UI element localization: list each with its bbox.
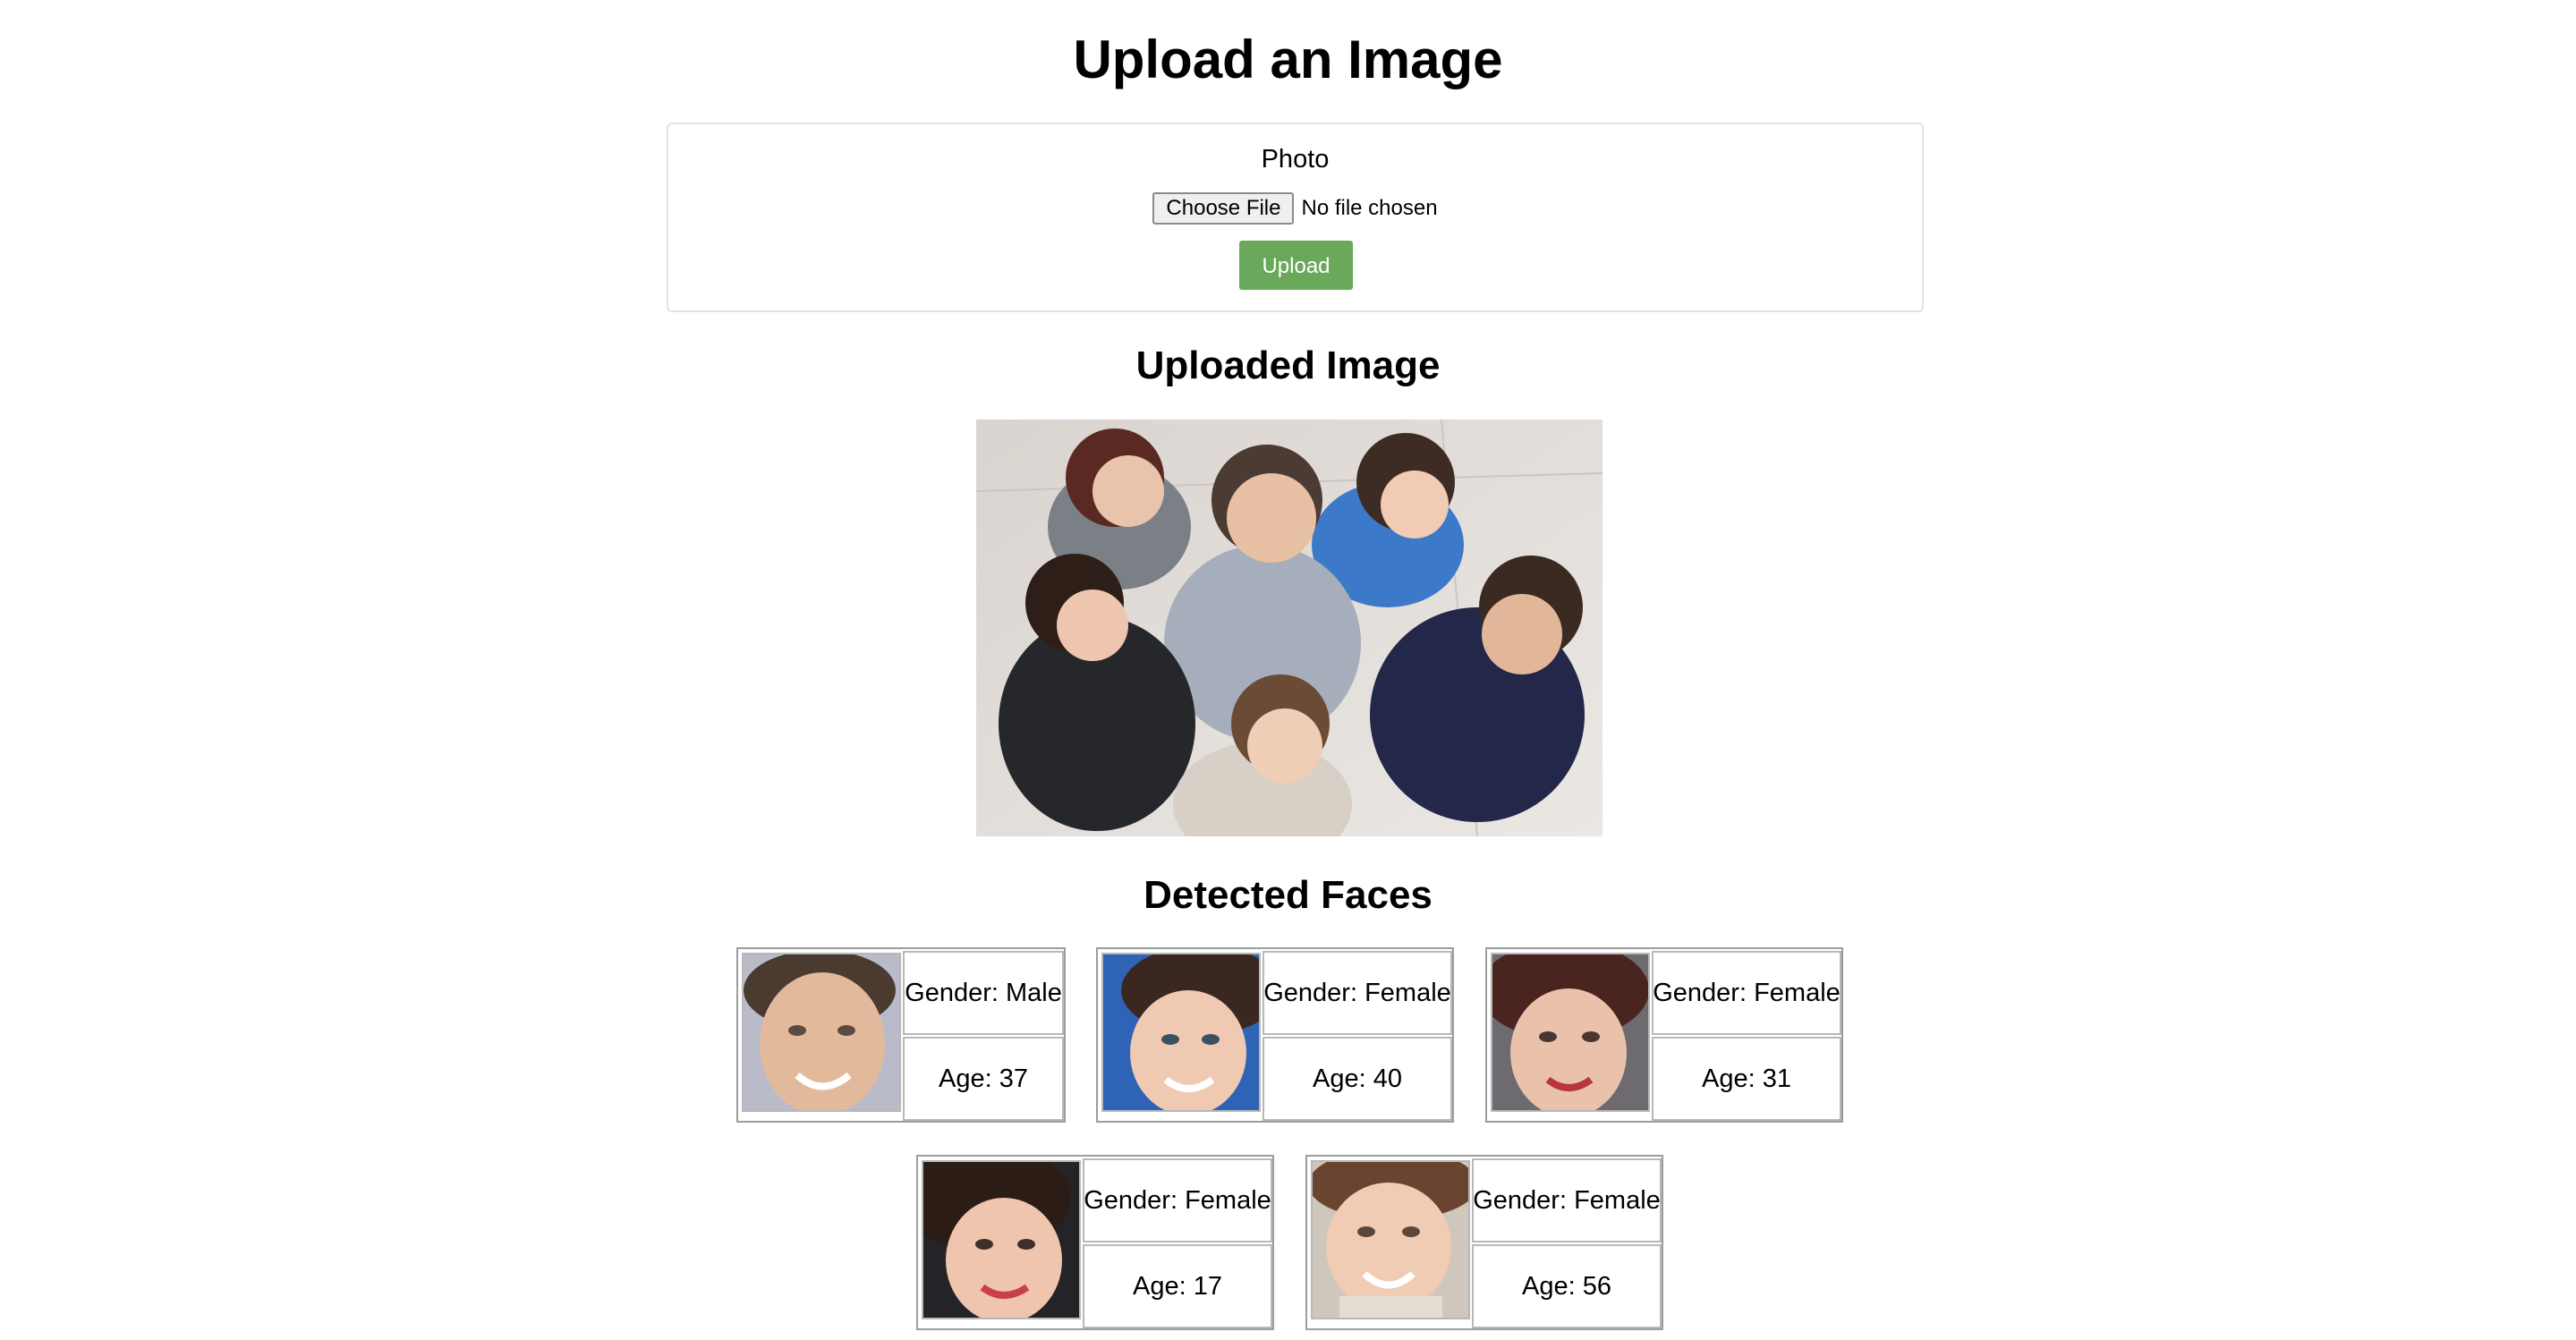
face-card: Gender: Female Age: 56 bbox=[1305, 1155, 1663, 1330]
file-status-text: No file chosen bbox=[1301, 196, 1438, 220]
face-card: Gender: Male Age: 37 bbox=[736, 947, 1066, 1123]
gender-cell: Gender: Female bbox=[1652, 951, 1841, 1035]
face-card: Gender: Female Age: 40 bbox=[1096, 947, 1454, 1123]
face-thumbnail bbox=[742, 953, 901, 1112]
age-cell: Age: 17 bbox=[1083, 1244, 1272, 1328]
age-cell: Age: 40 bbox=[1262, 1037, 1452, 1121]
upload-button[interactable]: Upload bbox=[1239, 241, 1353, 290]
face-thumbnail bbox=[922, 1160, 1081, 1319]
gender-cell: Gender: Female bbox=[1262, 951, 1452, 1035]
file-input[interactable]: Choose File No file chosen bbox=[668, 192, 1922, 225]
page-title: Upload an Image bbox=[1073, 30, 1503, 89]
face-thumbnail bbox=[1491, 953, 1650, 1112]
face-thumbnail bbox=[1311, 1160, 1470, 1319]
uploaded-image bbox=[976, 420, 1603, 836]
choose-file-button[interactable]: Choose File bbox=[1152, 192, 1295, 225]
gender-cell: Gender: Male bbox=[903, 951, 1064, 1035]
face-thumbnail bbox=[1101, 953, 1261, 1112]
age-cell: Age: 37 bbox=[903, 1037, 1064, 1121]
age-cell: Age: 56 bbox=[1472, 1244, 1662, 1328]
detected-faces-heading: Detected Faces bbox=[1143, 873, 1433, 917]
upload-form: Photo Choose File No file chosen Upload bbox=[667, 123, 1924, 312]
gender-cell: Gender: Female bbox=[1472, 1158, 1662, 1242]
gender-cell: Gender: Female bbox=[1083, 1158, 1272, 1242]
age-cell: Age: 31 bbox=[1652, 1037, 1841, 1121]
uploaded-image-heading: Uploaded Image bbox=[1135, 343, 1441, 387]
page: Upload an Image Photo Choose File No fil… bbox=[0, 0, 2576, 1340]
face-card: Gender: Female Age: 31 bbox=[1485, 947, 1843, 1123]
face-card: Gender: Female Age: 17 bbox=[916, 1155, 1274, 1330]
photo-label: Photo bbox=[1261, 145, 1330, 174]
